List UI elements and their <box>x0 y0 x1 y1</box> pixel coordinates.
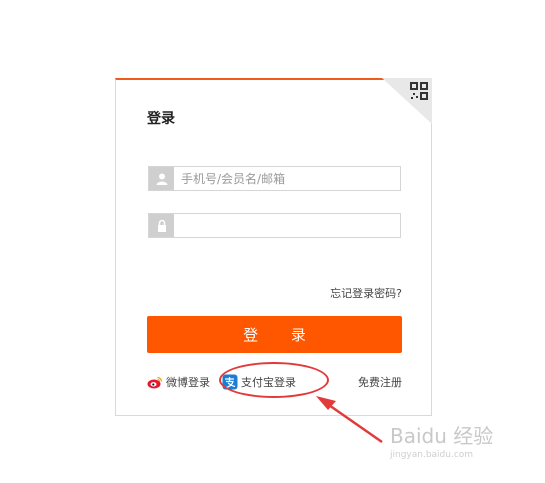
watermark-sub: jingyan.baidu.com <box>390 450 474 460</box>
annotation-arrow <box>316 396 383 444</box>
watermark-main: Baidu 经验 <box>390 424 494 448</box>
watermark: Baidu 经验 jingyan.baidu.com <box>390 420 494 460</box>
